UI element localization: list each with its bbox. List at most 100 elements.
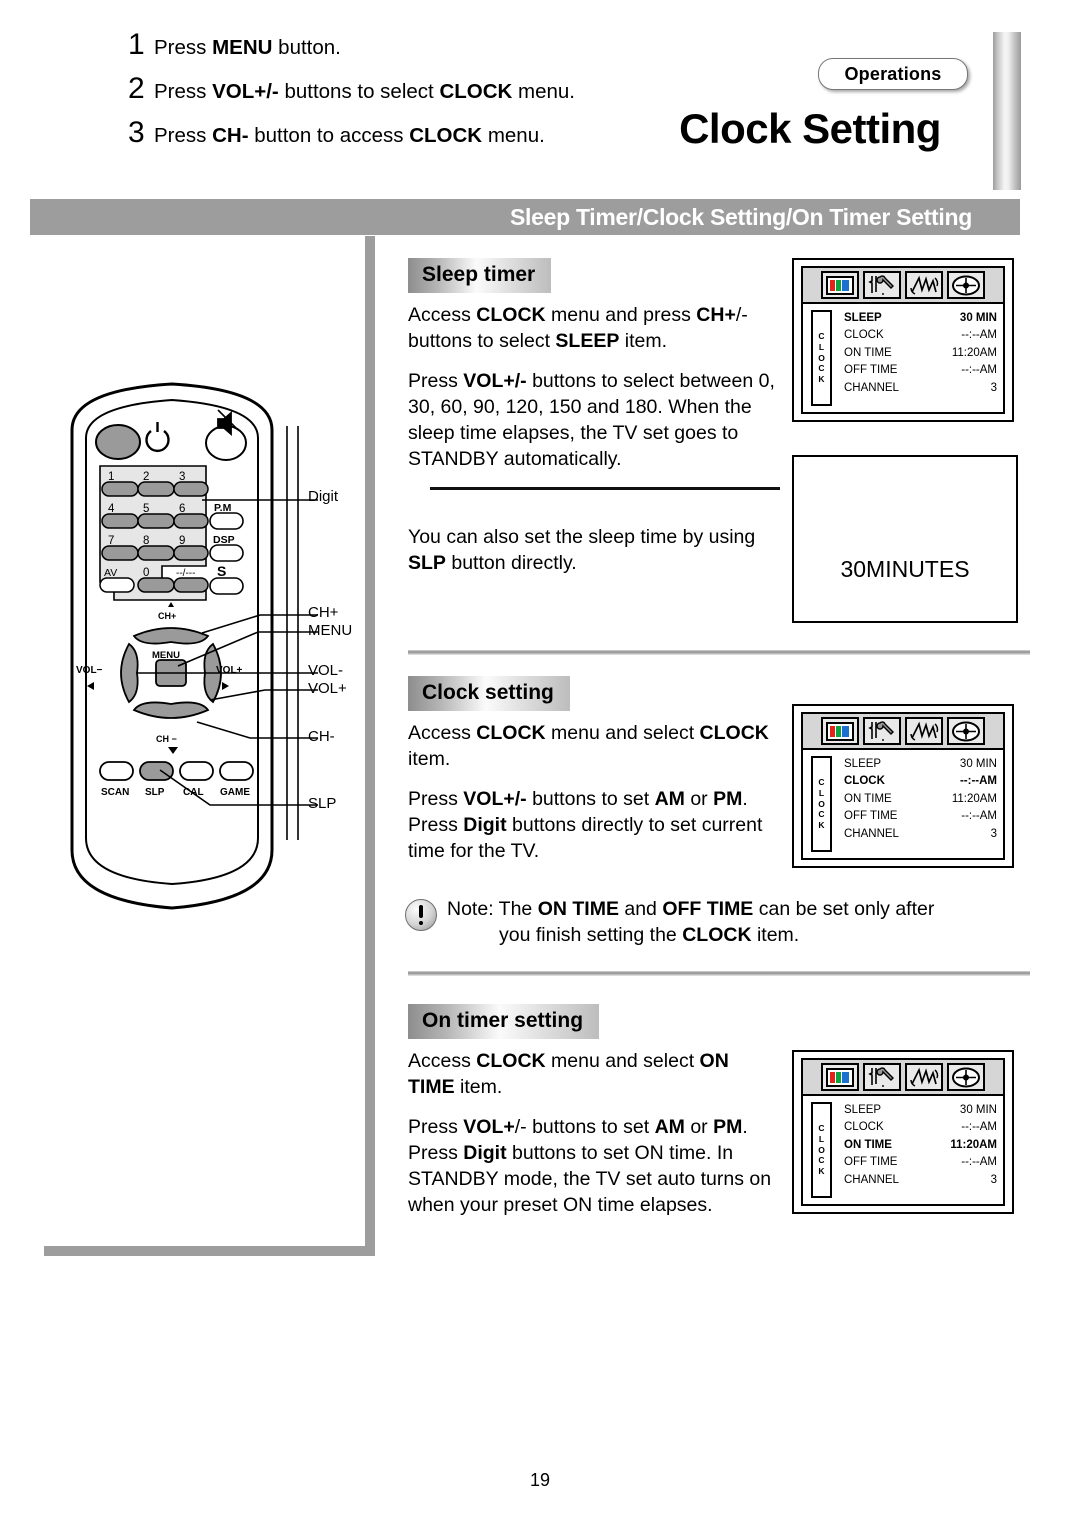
callout-vol-minus: VOL- [308, 662, 344, 679]
ch-down-label: CH − [156, 734, 177, 744]
sleep-timer-paragraph-1: Access CLOCK menu and press CH+/- button… [408, 304, 748, 352]
osd-row[interactable]: CHANNEL 3 [844, 1172, 997, 1189]
sound-icon[interactable] [905, 717, 943, 745]
step-number: 1 [128, 28, 145, 61]
digit-key-7 [101, 545, 139, 561]
osd-row-label: ON TIME [844, 1138, 892, 1151]
on-timer-paragraph-2: Press VOL+/- buttons to set AM or PM. Pr… [408, 1115, 772, 1216]
osd-row[interactable]: SLEEP 30 MIN [844, 756, 997, 773]
clock-setting-paragraph-1: Access CLOCK menu and select CLOCK item. [408, 722, 769, 770]
osd-row-label: CLOCK [844, 1121, 884, 1134]
setup-tools-icon[interactable] [863, 717, 901, 745]
feature-icon[interactable] [947, 271, 985, 299]
digit-label-1: 1 [108, 471, 114, 483]
osd-rows: SLEEP 30 MIN CLOCK --:--AM ON TIME 11:20AM OFF… [832, 1102, 999, 1198]
osd-row[interactable]: CLOCK --:--AM [844, 1119, 997, 1136]
osd-menu-sleep: C L O C K SLEEP 30 MIN CLOCK --:--AM ON TIME 11:20… [792, 258, 1014, 422]
osd-row-label: OFF TIME [844, 1156, 898, 1169]
osd-row-label: CHANNEL [844, 827, 899, 840]
osd-category-tab: CLOCK [811, 1102, 832, 1198]
osd-row-label: ON TIME [844, 792, 892, 805]
osd-row[interactable]: SLEEP 30 MIN [844, 310, 997, 327]
game-label: GAME [220, 787, 250, 798]
page-number: 19 [529, 1470, 551, 1490]
step-bold2: CLOCK [439, 80, 513, 103]
section-banner: Sleep Timer/Clock Setting/On Timer Setti… [30, 199, 1020, 235]
sleep-timer-extra: You can also set the sleep time by using… [408, 525, 780, 591]
osd-row-label: SLEEP [844, 1104, 882, 1116]
picture-icon[interactable] [821, 271, 859, 299]
osd-row-value: 3 [990, 827, 997, 840]
osd-category-tab: CLOCK [811, 756, 832, 852]
step-suffix: menu. [482, 124, 545, 147]
osd-row-label: SLEEP [844, 758, 882, 770]
osd-row-value: --:--AM [961, 364, 997, 377]
osd-row-value: --:--AM [961, 1156, 997, 1169]
osd-row-value: 30 MIN [959, 312, 997, 324]
osd-row[interactable]: ON TIME 11:20AM [844, 1137, 997, 1154]
decorative-metal-bar [993, 32, 1021, 190]
sleep-timer-section: Sleep timer Access CLOCK menu and press … [408, 258, 780, 487]
callout-slp: SLP [308, 795, 337, 812]
osd-row[interactable]: OFF TIME --:--AM [844, 1154, 997, 1171]
setup-tools-icon[interactable] [863, 1063, 901, 1091]
callout-ch-minus: CH- [308, 728, 335, 745]
s-key [209, 577, 244, 595]
step-bold: MENU [212, 36, 273, 59]
digit-key-3 [173, 481, 209, 497]
instruction-steps: 1 Press MENU button. 2 Press VOL+/- butt… [128, 30, 728, 162]
remote-control-diagram: 1 2 3 4 5 6 7 8 9 AV 0 --/--- P.M DSP S … [50, 370, 352, 930]
on-timer-setting-heading: On timer setting [408, 1004, 600, 1039]
scan-label: SCAN [101, 787, 129, 798]
picture-icon[interactable] [821, 1063, 859, 1091]
digit-label-3: 3 [179, 471, 185, 483]
osd-row[interactable]: CHANNEL 3 [844, 380, 997, 397]
clock-setting-note-text: Note: The ON TIME and OFF TIME can be se… [447, 898, 935, 946]
on-timer-setting-section: On timer setting Access CLOCK menu and s… [408, 1004, 780, 1233]
digit-label-9: 9 [179, 535, 185, 547]
digit-label-5: 5 [143, 503, 149, 515]
osd-row-label: OFF TIME [844, 810, 898, 823]
osd-row-label: CHANNEL [844, 381, 899, 394]
digit-key-1 [101, 481, 139, 497]
left-frame-vertical [365, 236, 375, 1256]
section-banner-label: Sleep Timer/Clock Setting/On Timer Setti… [510, 203, 972, 230]
osd-row[interactable]: OFF TIME --:--AM [844, 362, 997, 379]
digit-label-2: 2 [143, 471, 149, 483]
feature-icon[interactable] [947, 717, 985, 745]
setup-tools-icon[interactable] [863, 271, 901, 299]
osd-row[interactable]: ON TIME 11:20AM [844, 791, 997, 808]
clock-setting-note: Note: The ON TIME and OFF TIME can be se… [405, 897, 1035, 949]
sleep-timer-heading: Sleep timer [408, 258, 552, 293]
digit-label-6: 6 [179, 503, 185, 515]
digit-key-5 [137, 513, 175, 529]
digit-label-4: 4 [108, 503, 115, 515]
step-number: 2 [128, 72, 145, 105]
osd-row[interactable]: ON TIME 11:20AM [844, 345, 997, 362]
clock-setting-heading: Clock setting [408, 676, 570, 711]
picture-icon[interactable] [821, 717, 859, 745]
sound-icon[interactable] [905, 1063, 943, 1091]
sound-icon[interactable] [905, 271, 943, 299]
sleep-timer-paragraph-3: You can also set the sleep time by using… [408, 526, 756, 574]
vol-up-label: VOL+ [216, 665, 243, 676]
osd-row-value: 3 [990, 1173, 997, 1186]
osd-row-value: --:--AM [961, 810, 997, 823]
page-title: Clock Setting [679, 105, 941, 152]
clock-setting-paragraph-2: Press VOL+/- buttons to set AM or PM. Pr… [408, 787, 763, 862]
step-bold: VOL+/- [212, 80, 279, 103]
side-keys: P.M DSP S [209, 502, 244, 595]
osd-row[interactable]: CLOCK --:--AM [844, 327, 997, 344]
osd-row[interactable]: OFF TIME --:--AM [844, 808, 997, 825]
av-key [99, 577, 135, 593]
osd-row[interactable]: CHANNEL 3 [844, 826, 997, 843]
operations-badge: Operations [818, 58, 968, 90]
av-label: AV [104, 567, 117, 579]
sleep-timer-paragraph-2: Press VOL+/- buttons to select between 0… [408, 369, 775, 470]
osd-row[interactable]: SLEEP 30 MIN [844, 1102, 997, 1119]
digit-key-6 [173, 513, 209, 529]
feature-icon[interactable] [947, 1063, 985, 1091]
osd-row-value: 11:20AM [951, 346, 997, 359]
osd-row[interactable]: CLOCK --:--AM [844, 773, 997, 790]
osd-category-tab: CLOCK [811, 310, 832, 406]
